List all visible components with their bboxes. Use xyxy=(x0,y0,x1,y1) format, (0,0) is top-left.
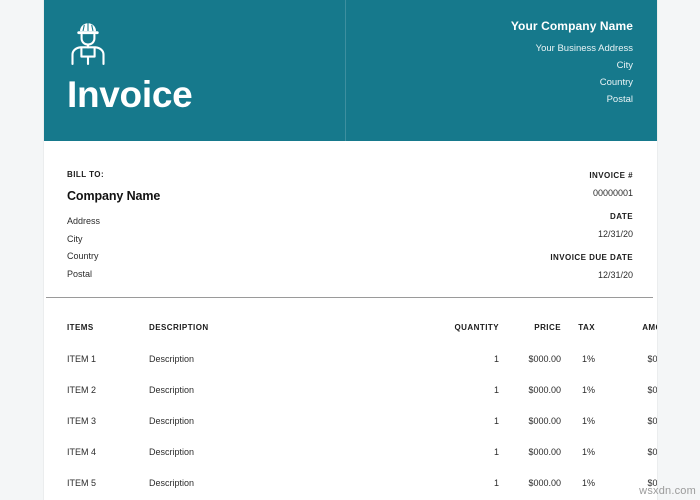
bill-to-address-line: Address xyxy=(67,216,101,226)
company-address-line: Your Business Address xyxy=(535,43,633,54)
company-info-block: Your Company Name Your Business Address … xyxy=(511,19,633,108)
company-name: Your Company Name xyxy=(510,19,633,33)
table-row: ITEM 5 Description 1 $000.00 1% $000.00 xyxy=(44,478,657,500)
invoice-page: Invoice Your Company Name Your Business … xyxy=(44,0,657,500)
cell-tax: 1% xyxy=(581,478,595,488)
bill-to-city-line: City xyxy=(67,233,83,244)
cell-price: $000.00 xyxy=(528,478,561,488)
table-header-row: ITEMS DESCRIPTION QUANTITY PRICE TAX AMO… xyxy=(44,323,657,354)
cell-item: ITEM 1 xyxy=(67,354,97,364)
table-row: ITEM 1 Description 1 $000.00 1% $000.00 xyxy=(44,354,657,385)
invoice-body: BILL TO: Company Name Address City Count… xyxy=(44,141,657,488)
invoice-details-block: INVOICE # 00000001 DATE 12/31/20 INVOICE… xyxy=(550,170,633,282)
cell-description: Description xyxy=(149,447,195,457)
table-row: ITEM 4 Description 1 $000.00 1% $000.00 xyxy=(44,447,657,478)
column-header-quantity: QUANTITY xyxy=(454,323,499,332)
cell-price: $000.00 xyxy=(528,416,561,426)
company-country-line: Country xyxy=(599,77,633,88)
cell-item: ITEM 2 xyxy=(67,385,97,395)
column-header-amount: AMOUNT xyxy=(642,323,657,332)
cell-item: ITEM 3 xyxy=(67,416,97,426)
table-row: ITEM 3 Description 1 $000.00 1% $000.00 xyxy=(44,416,657,447)
invoice-date-label: DATE xyxy=(610,212,633,221)
invoice-number-value: 00000001 xyxy=(592,188,633,198)
company-postal-line: Postal xyxy=(606,94,633,105)
cell-item: ITEM 4 xyxy=(67,447,97,457)
cell-quantity: 1 xyxy=(493,385,499,395)
bill-to-company-name: Company Name xyxy=(67,189,161,203)
cell-description: Description xyxy=(149,354,195,364)
cell-price: $000.00 xyxy=(528,385,561,395)
invoice-number-label: INVOICE # xyxy=(589,171,633,180)
cell-quantity: 1 xyxy=(493,354,499,364)
column-header-tax: TAX xyxy=(578,323,595,332)
bill-to-label: BILL TO: xyxy=(67,170,105,179)
invoice-due-date-value: 12/31/20 xyxy=(597,270,633,280)
bill-to-postal-line: Postal xyxy=(67,268,93,279)
cell-tax: 1% xyxy=(581,416,595,426)
cell-price: $000.00 xyxy=(528,447,561,457)
invoice-date-value: 12/31/20 xyxy=(597,229,633,239)
invoice-due-date-label: INVOICE DUE DATE xyxy=(550,253,633,262)
cell-quantity: 1 xyxy=(493,416,499,426)
cell-amount: $000.00 xyxy=(647,416,657,426)
company-city-line: City xyxy=(616,60,633,71)
column-header-items: ITEMS xyxy=(67,323,94,332)
column-header-price: PRICE xyxy=(534,323,561,332)
cell-item: ITEM 5 xyxy=(67,478,97,488)
table-row: ITEM 2 Description 1 $000.00 1% $000.00 xyxy=(44,385,657,416)
cell-price: $000.00 xyxy=(528,354,561,364)
cell-amount: $000.00 xyxy=(647,354,657,364)
line-items-table: ITEMS DESCRIPTION QUANTITY PRICE TAX AMO… xyxy=(44,323,657,500)
cell-quantity: 1 xyxy=(493,478,499,488)
column-header-description: DESCRIPTION xyxy=(149,323,209,332)
page-title: Invoice xyxy=(67,74,193,115)
cell-amount: $000.00 xyxy=(647,447,657,457)
header-vertical-divider xyxy=(345,0,346,141)
cell-tax: 1% xyxy=(581,385,595,395)
cell-description: Description xyxy=(149,416,195,426)
bill-to-country-line: Country xyxy=(67,251,99,261)
construction-worker-icon xyxy=(68,20,108,66)
section-divider xyxy=(46,297,653,298)
cell-quantity: 1 xyxy=(493,447,499,457)
cell-tax: 1% xyxy=(581,354,595,364)
cell-description: Description xyxy=(149,478,195,488)
bill-to-block: BILL TO: Company Name Address City Count… xyxy=(67,170,160,283)
cell-tax: 1% xyxy=(581,447,595,457)
invoice-meta-section: BILL TO: Company Name Address City Count… xyxy=(44,141,657,488)
invoice-header: Invoice Your Company Name Your Business … xyxy=(44,0,657,141)
site-watermark: wsxdn.com xyxy=(639,485,696,497)
cell-amount: $000.00 xyxy=(647,385,657,395)
cell-description: Description xyxy=(149,385,195,395)
